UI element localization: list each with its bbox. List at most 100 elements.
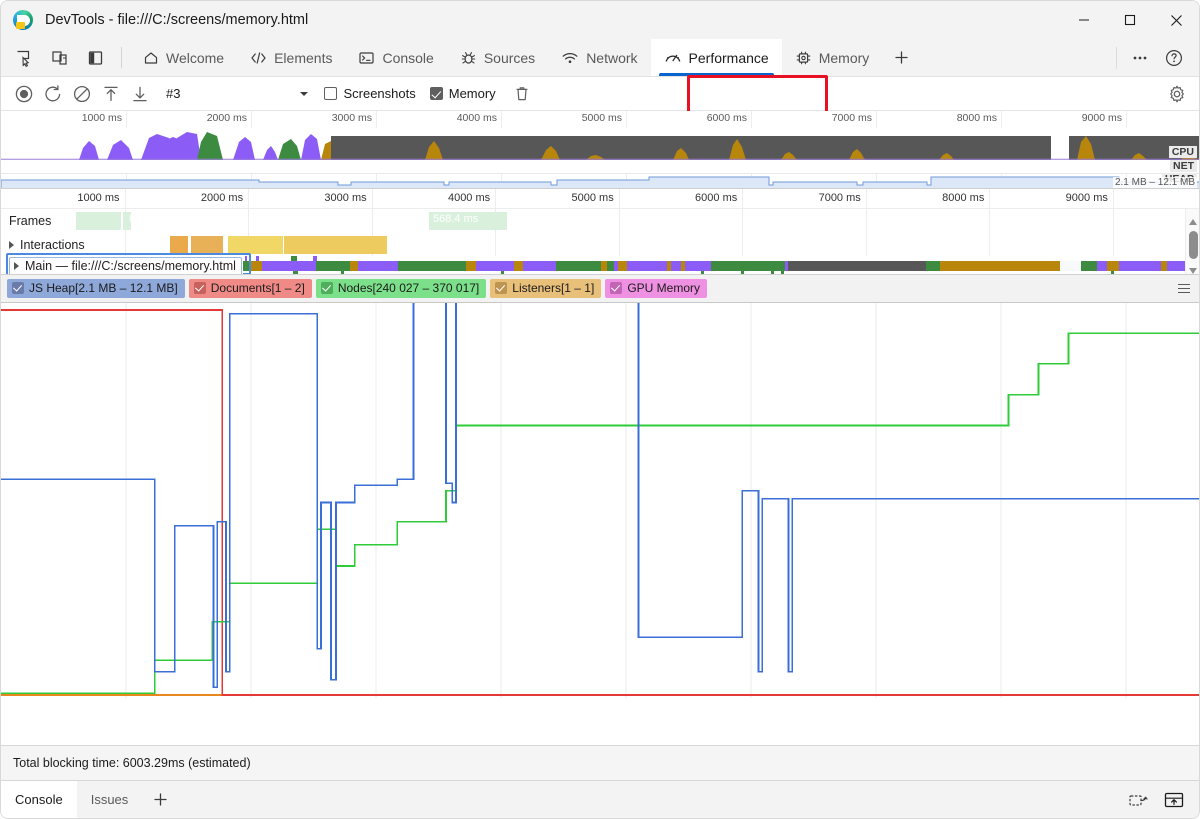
window-title: DevTools - file:///C:/screens/memory.htm…: [45, 12, 309, 28]
interactions-row-label: Interactions: [1, 237, 89, 252]
legend-checkbox[interactable]: [193, 282, 206, 294]
memory-label: Memory: [448, 86, 496, 101]
checkbox-box: [429, 87, 443, 100]
panel-tabs: Welcome Elements Console Sources Network…: [130, 39, 921, 76]
overview-pane[interactable]: 1000 ms 2000 ms 3000 ms 4000 ms 5000 ms 6000 …: [1, 111, 1199, 189]
overview-cpu-chart: CPU: [1, 128, 1199, 160]
add-panel-button[interactable]: [882, 39, 921, 76]
expand-triangle-icon[interactable]: [9, 241, 14, 250]
inspect-icon[interactable]: [11, 45, 37, 71]
screenshots-label: Screenshots: [343, 86, 416, 101]
overview-cpu-label: CPU: [1168, 146, 1197, 158]
memory-checkbox[interactable]: Memory: [429, 86, 496, 101]
scrollbar-thumb[interactable]: [1188, 231, 1198, 259]
tab-label: Elements: [274, 49, 333, 66]
legend-label: Documents[1 – 2]: [210, 281, 305, 295]
overview-heap-chart: HEAP 2.1 MB – 12.1 MB: [1, 173, 1199, 188]
legend-checkbox[interactable]: [12, 282, 24, 294]
dock-side-icon[interactable]: [1123, 787, 1153, 813]
legend-js-heap[interactable]: JS Heap[2.1 MB – 12.1 MB]: [7, 279, 185, 298]
drawer-tab-console[interactable]: Console: [1, 781, 77, 818]
legend-listeners[interactable]: Listeners[1 – 1]: [490, 279, 602, 298]
counter-line-js-heap: [1, 303, 1199, 689]
tab-welcome[interactable]: Welcome: [130, 39, 237, 76]
tab-label: Network: [586, 49, 638, 66]
close-drawer-icon[interactable]: [1159, 787, 1189, 813]
console-icon: [358, 50, 375, 66]
memory-counters-chart[interactable]: [1, 303, 1199, 745]
tab-label: Memory: [818, 49, 870, 66]
profile-number: #3: [166, 86, 181, 101]
legend-documents[interactable]: Documents[1 – 2]: [188, 279, 312, 298]
tab-label: Performance: [688, 49, 769, 66]
legend-label: Listeners[1 – 1]: [512, 281, 595, 295]
close-button[interactable]: [1153, 1, 1199, 39]
tab-sources[interactable]: Sources: [447, 39, 548, 76]
timeline-tick-label: 6000 ms: [695, 192, 738, 204]
timeline-pane[interactable]: 1000 ms 2000 ms 3000 ms 4000 ms 5000 ms 6000 …: [1, 189, 1199, 275]
legend-checkbox[interactable]: [610, 282, 623, 294]
timeline-scrollbar[interactable]: [1185, 209, 1199, 274]
drawer-add-tab-button[interactable]: [142, 781, 179, 818]
drawer-tab-label: Issues: [90, 792, 129, 807]
frame-duration-2: 568.4 ms: [433, 213, 479, 225]
main-row[interactable]: Main — file:///C:/screens/memory.html: [1, 256, 1187, 274]
save-profile-icon[interactable]: [125, 79, 154, 108]
record-icon[interactable]: [9, 79, 38, 108]
legend-gpu-memory[interactable]: GPU Memory: [605, 279, 708, 298]
tab-label: Sources: [483, 49, 536, 66]
tab-memory[interactable]: Memory: [782, 39, 883, 76]
overview-net-label: NET: [1170, 160, 1197, 172]
timeline-tick-label: 3000 ms: [324, 192, 367, 204]
main-row-label: Main — file:///C:/screens/memory.html: [1, 256, 242, 274]
home-icon: [143, 50, 159, 66]
counters-plot: [1, 303, 1199, 698]
tab-label: Console: [382, 49, 434, 66]
drawer-tab-issues[interactable]: Issues: [77, 781, 143, 818]
scroll-up-arrow-icon[interactable]: [1188, 213, 1198, 225]
chip-icon: [795, 50, 812, 66]
screenshots-checkbox[interactable]: Screenshots: [324, 86, 416, 101]
edge-logo-icon: [13, 10, 33, 30]
legend-menu-icon[interactable]: [1175, 280, 1193, 298]
main-label-text: Main — file:///C:/screens/memory.html: [25, 258, 236, 273]
frames-row[interactable]: 85.4 ms 568.4 ms Frames: [1, 209, 1185, 233]
clear-icon[interactable]: [67, 79, 96, 108]
more-options-icon[interactable]: [1123, 41, 1157, 75]
legend-nodes[interactable]: Nodes[240 027 – 370 017]: [315, 279, 487, 298]
checkbox-box: [324, 87, 338, 100]
wifi-icon: [561, 50, 579, 66]
devtools-tab-strip: Welcome Elements Console Sources Network…: [1, 39, 1199, 114]
chevron-down-icon[interactable]: [298, 88, 310, 100]
tab-console[interactable]: Console: [345, 39, 446, 76]
performance-toolbar: #3 Screenshots Memory: [1, 77, 1199, 111]
load-profile-icon[interactable]: [96, 79, 125, 108]
maximize-button[interactable]: [1107, 1, 1153, 39]
code-icon: [250, 50, 267, 66]
legend-checkbox[interactable]: [495, 282, 508, 294]
legend-label: Nodes[240 027 – 370 017]: [337, 281, 480, 295]
frame-duration-1: 85.4 ms: [129, 213, 169, 225]
legend-label: GPU Memory: [627, 281, 701, 295]
trash-icon[interactable]: [508, 79, 537, 108]
frames-label-text: Frames: [9, 214, 52, 228]
drawer-tab-label: Console: [15, 792, 63, 807]
devtools-window: DevTools - file:///C:/screens/memory.htm…: [0, 0, 1200, 819]
help-icon[interactable]: [1157, 41, 1191, 75]
minimize-button[interactable]: [1061, 1, 1107, 39]
timeline-tick-label: 7000 ms: [818, 192, 861, 204]
timeline-tick-label: 1000 ms: [77, 192, 120, 204]
settings-gear-icon[interactable]: [1162, 79, 1191, 108]
title-bar: DevTools - file:///C:/screens/memory.htm…: [1, 1, 1199, 39]
device-toolbar-icon[interactable]: [47, 45, 73, 71]
legend-checkbox[interactable]: [320, 282, 333, 294]
scroll-down-arrow-icon[interactable]: [1188, 262, 1198, 274]
tab-network[interactable]: Network: [548, 39, 650, 76]
expand-triangle-icon[interactable]: [14, 262, 19, 271]
interactions-label-text: Interactions: [20, 237, 85, 252]
tab-elements[interactable]: Elements: [237, 39, 345, 76]
reload-record-icon[interactable]: [38, 79, 67, 108]
gauge-icon: [664, 50, 682, 66]
tab-performance[interactable]: Performance: [650, 39, 782, 76]
panel-layout-icon[interactable]: [83, 45, 109, 71]
